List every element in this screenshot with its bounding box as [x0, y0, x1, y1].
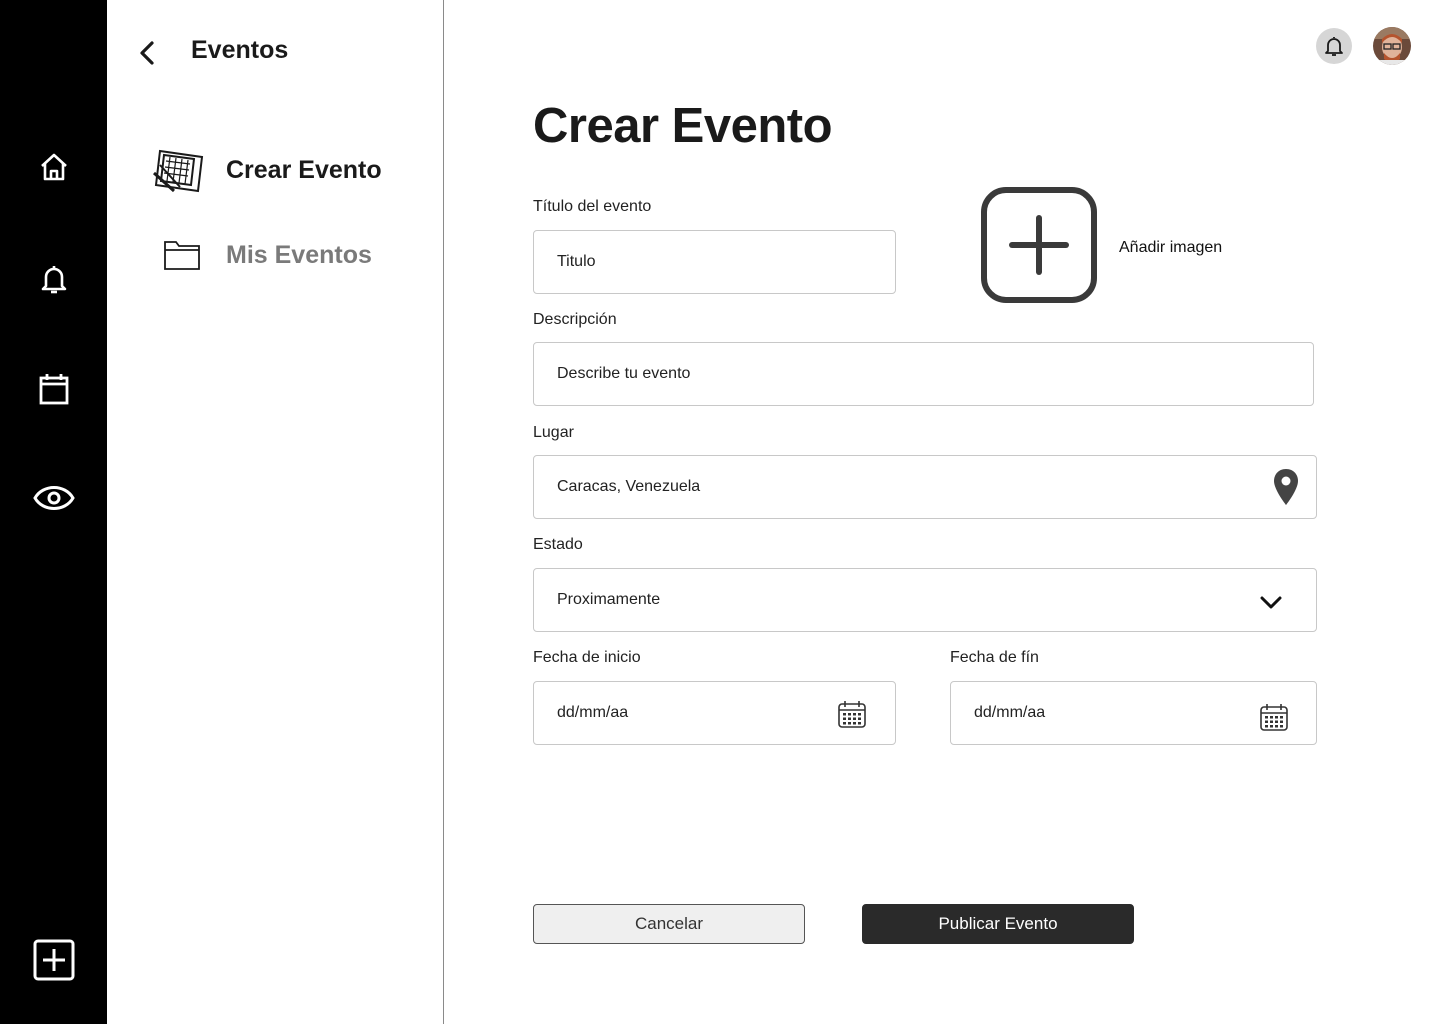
calendar-picker-icon[interactable] [836, 698, 868, 730]
fecha-inicio-label: Fecha de inicio [533, 649, 641, 666]
lugar-label: Lugar [533, 424, 574, 441]
chevron-left-icon [140, 41, 154, 65]
create-nav-button[interactable] [33, 939, 75, 981]
user-avatar[interactable] [1373, 27, 1411, 65]
titulo-label: Título del evento [533, 198, 652, 215]
sidebar-item-mis-eventos[interactable]: Mis Eventos [152, 230, 422, 280]
estado-label: Estado [533, 536, 583, 553]
estado-select[interactable]: Proximamente [533, 568, 1317, 632]
sidebar-item-label: Crear Evento [226, 155, 382, 184]
icon-rail [0, 0, 107, 1024]
add-square-icon [33, 939, 75, 981]
notifications-nav-button[interactable] [33, 258, 75, 300]
calendar-icon [39, 374, 69, 405]
location-pin-icon[interactable] [1270, 466, 1302, 508]
home-nav-button[interactable] [33, 146, 75, 188]
lugar-input[interactable]: Caracas, Venezuela [533, 455, 1317, 519]
fecha-fin-label: Fecha de fín [950, 649, 1039, 666]
titulo-input[interactable]: Titulo [533, 230, 896, 294]
calendar-nav-button[interactable] [33, 368, 75, 410]
add-image-button[interactable] [978, 184, 1100, 306]
calendar-picker-icon[interactable] [1258, 701, 1290, 733]
eye-icon [33, 486, 75, 510]
chevron-down-icon[interactable] [1256, 590, 1286, 616]
descripcion-input[interactable]: Describe tu evento [533, 342, 1314, 406]
home-icon [41, 153, 67, 181]
sidebar-item-crear-evento[interactable]: Crear Evento [152, 145, 422, 195]
watch-nav-button[interactable] [33, 477, 75, 519]
add-square-icon [981, 187, 1097, 303]
notification-bell-icon [1325, 37, 1343, 56]
back-button[interactable] [134, 38, 160, 68]
notifications-button[interactable] [1316, 28, 1352, 64]
sidebar-item-label: Mis Eventos [226, 240, 372, 269]
folder-icon [152, 230, 210, 280]
cancel-button[interactable]: Cancelar [533, 904, 805, 944]
publish-event-button[interactable]: Publicar Evento [862, 904, 1134, 944]
descripcion-label: Descripción [533, 311, 617, 328]
create-event-icon [152, 145, 210, 195]
page-title: Crear Evento [533, 99, 833, 153]
sidebar-title: Eventos [191, 36, 289, 64]
bell-icon [41, 266, 67, 294]
add-image-label[interactable]: Añadir imagen [1119, 239, 1222, 257]
